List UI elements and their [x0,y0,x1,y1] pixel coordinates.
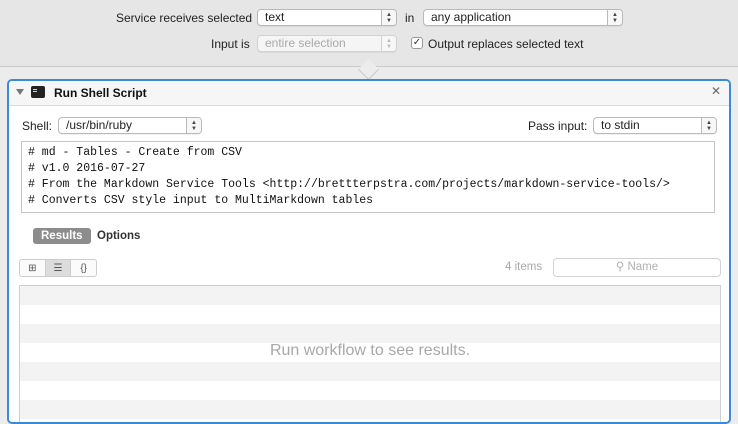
script-line: # md - Tables - Create from CSV [28,146,242,159]
empty-results-message: Run workflow to see results. [269,342,471,359]
pass-input-popup[interactable]: to stdin ▲ ▼ [593,117,717,134]
search-icon: ⚲ [615,261,625,273]
close-icon[interactable]: ✕ [711,84,721,98]
in-label: in [405,11,415,25]
input-is-popup[interactable]: entire selection ▲ ▼ [257,35,397,52]
service-input-type-value: text [265,10,285,24]
action-title-bar: Run Shell Script ✕ [9,81,729,106]
checkmark-icon: ✓ [412,37,422,48]
empty-row-stripe [20,324,720,343]
shell-value: /usr/bin/ruby [66,118,133,132]
terminal-icon [31,86,45,98]
grid-view-icon[interactable]: ⊞ [20,260,46,276]
popup-stepper-icon: ▲ ▼ [381,10,396,25]
disclosure-triangle-icon[interactable] [16,89,24,95]
service-receives-label: Service receives selected [116,11,253,25]
popup-stepper-icon: ▲ ▼ [701,118,716,133]
search-placeholder: Name [627,261,659,273]
popup-stepper-icon: ▲ ▼ [607,10,622,25]
shell-label: Shell: [22,119,53,133]
search-field[interactable]: ⚲ Name [553,258,721,277]
script-line: # From the Markdown Service Tools <http:… [28,178,670,191]
script-editor[interactable]: # md - Tables - Create from CSV # v1.0 20… [21,141,715,213]
application-popup[interactable]: any application ▲ ▼ [423,9,623,26]
output-replaces-label: Output replaces selected text [428,37,584,51]
code-view-icon[interactable]: {} [71,260,96,276]
service-input-type-popup[interactable]: text ▲ ▼ [257,9,397,26]
empty-row-stripe [20,400,720,419]
input-is-label: Input is [211,37,250,51]
shell-popup[interactable]: /usr/bin/ruby ▲ ▼ [58,117,202,134]
empty-row-stripe [20,286,720,305]
view-mode-control: ⊞ ☰ {} [19,259,97,277]
input-is-value: entire selection [265,36,346,50]
pass-input-label: Pass input: [528,119,588,133]
tab-results[interactable]: Results [33,228,91,244]
script-line: # Converts CSV style input to MultiMarkd… [28,194,374,207]
output-replaces-checkbox[interactable]: ✓ [411,37,423,49]
action-title: Run Shell Script [54,86,147,100]
items-count: 4 items [505,261,543,273]
popup-stepper-icon: ▲ ▼ [186,118,201,133]
list-view-icon[interactable]: ☰ [45,260,72,276]
service-header: Service receives selected text ▲ ▼ in any… [0,0,738,67]
results-list[interactable]: Run workflow to see results. [19,285,721,422]
run-shell-script-action: Run Shell Script ✕ Shell: /usr/bin/ruby … [7,79,731,424]
application-value: any application [431,10,512,24]
empty-row-stripe [20,362,720,381]
tab-options[interactable]: Options [89,228,148,244]
pass-input-value: to stdin [601,118,640,132]
script-line: # v1.0 2016-07-27 [28,162,146,175]
popup-stepper-icon: ▲ ▼ [381,36,396,51]
